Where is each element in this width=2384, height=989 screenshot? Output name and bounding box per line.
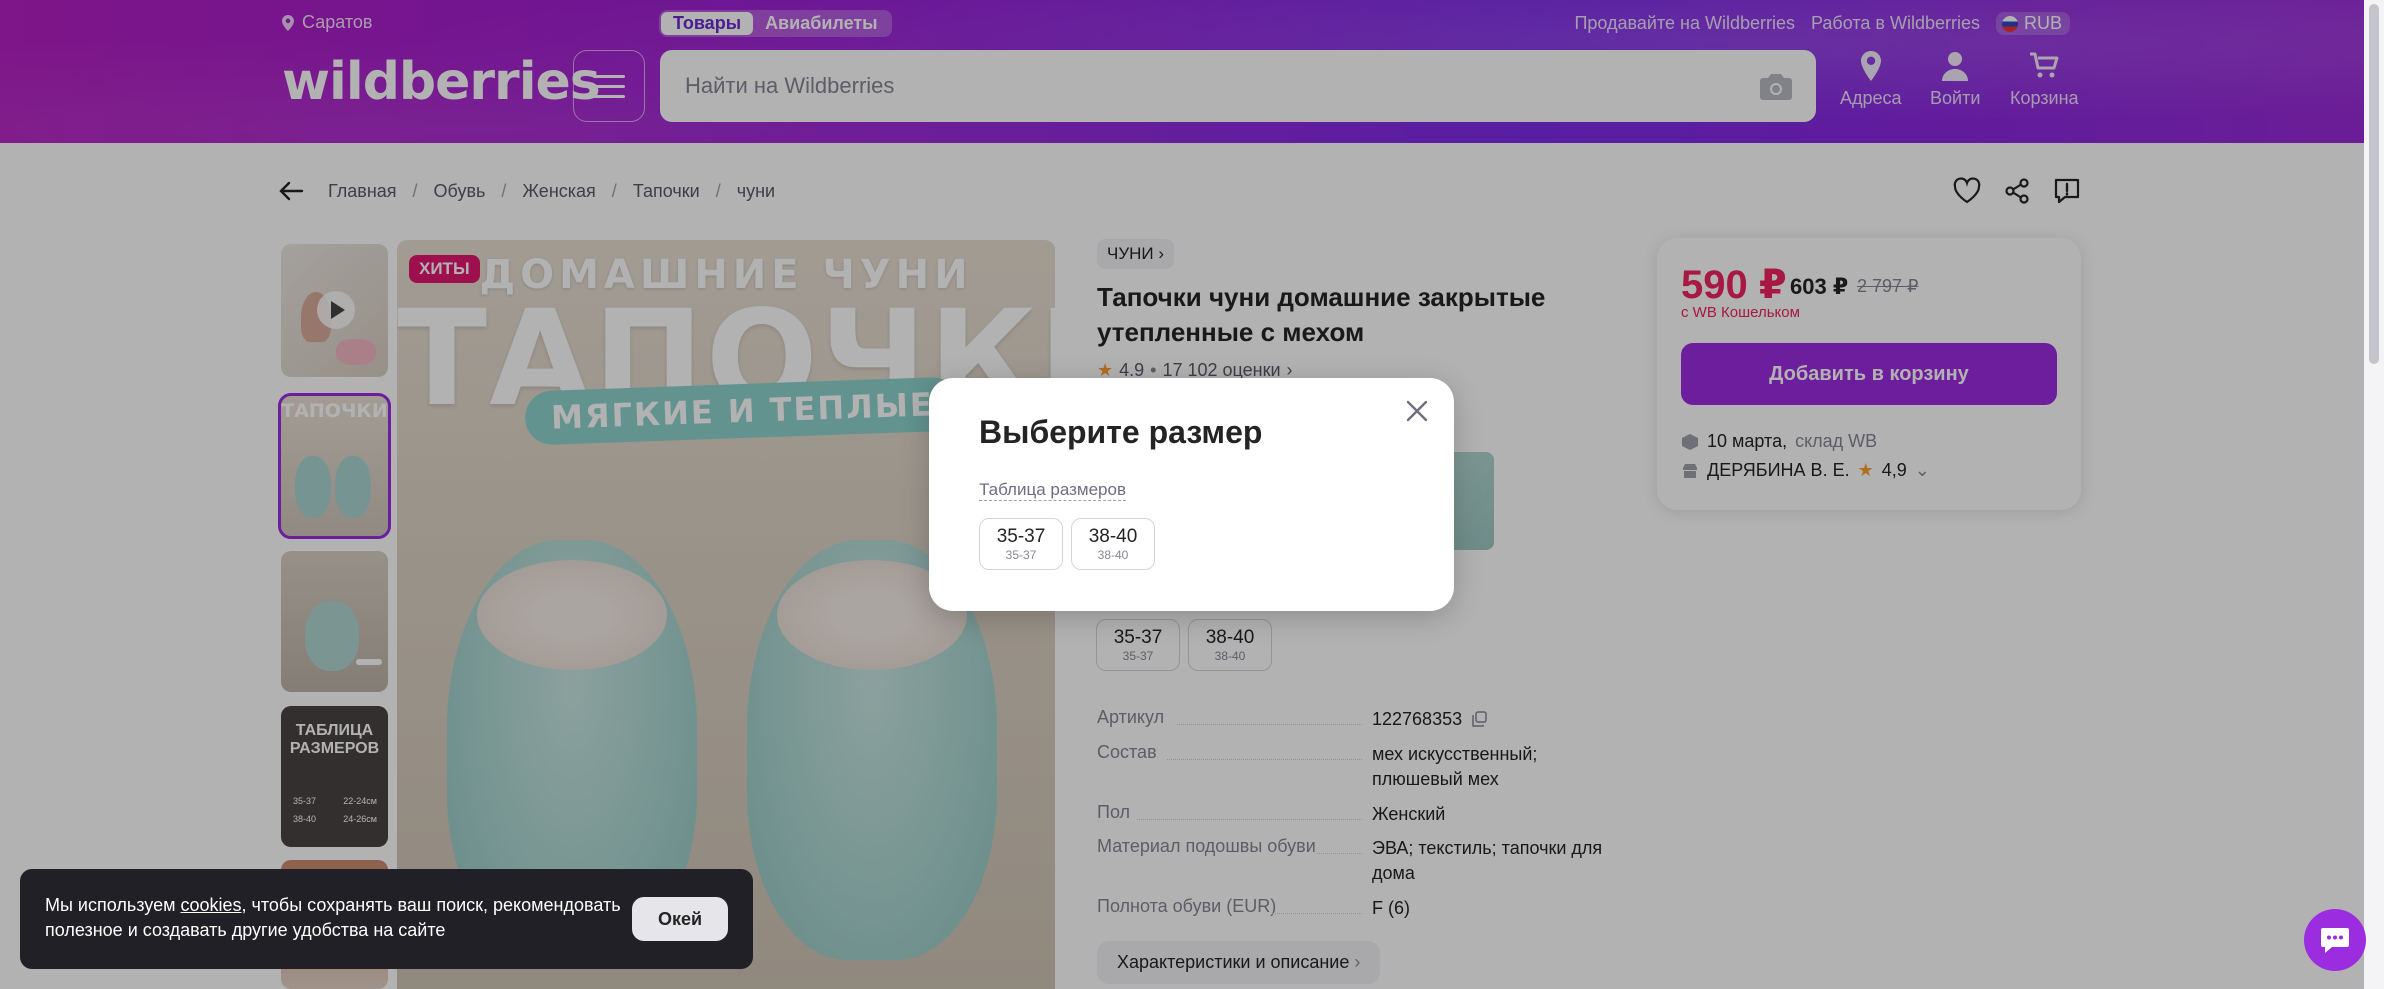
cookie-text-before: Мы используем: [45, 895, 181, 915]
cookie-text: Мы используем cookies, чтобы сохранять в…: [45, 893, 625, 943]
cookie-banner: Мы используем cookies, чтобы сохранять в…: [20, 869, 753, 969]
close-icon[interactable]: [1402, 396, 1432, 426]
modal-size-option-38-40[interactable]: 38-40 38-40: [1071, 518, 1155, 570]
size-table-link[interactable]: Таблица размеров: [979, 480, 1126, 501]
size-select-modal: Выберите размер Таблица размеров 35-37 3…: [929, 378, 1454, 611]
size-sublabel: 38-40: [1097, 548, 1129, 562]
size-label: 38-40: [1088, 526, 1138, 547]
modal-title: Выберите размер: [979, 414, 1263, 450]
size-label: 35-37: [996, 526, 1046, 547]
cookie-ok-button[interactable]: Окей: [632, 897, 728, 941]
size-sublabel: 35-37: [1005, 548, 1037, 562]
modal-size-option-35-37[interactable]: 35-37 35-37: [979, 518, 1063, 570]
page-scrollbar[interactable]: [2364, 0, 2384, 989]
chat-button[interactable]: [2304, 909, 2366, 971]
chat-icon: [2321, 928, 2349, 953]
cookies-link[interactable]: cookies: [180, 895, 241, 915]
